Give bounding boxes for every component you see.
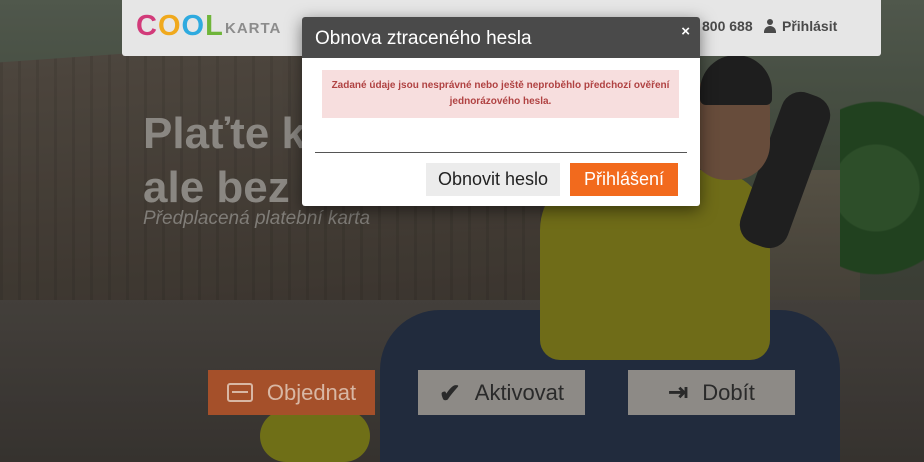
order-button[interactable]: Objednat [208,370,375,415]
login-link[interactable]: Přihlásit [763,18,837,34]
logo-karta-text: KARTA [225,20,282,37]
password-recovery-modal: Obnova ztraceného hesla × Zadané údaje j… [302,17,700,206]
logo[interactable]: COOL [136,10,224,43]
reset-password-button[interactable]: Obnovit heslo [426,163,560,196]
credit-card-icon [226,383,253,402]
close-icon[interactable]: × [681,23,690,40]
modal-title: Obnova ztraceného hesla [315,28,532,49]
topup-button-label: Dobít [702,379,755,405]
sign-in-icon: ⇥ [668,378,689,406]
checkmark-icon: ✔ [438,377,461,408]
error-alert: Zadané údaje jsou nesprávné nebo ještě n… [322,70,679,118]
login-button[interactable]: Přihlášení [570,163,678,196]
order-button-label: Objednat [266,379,357,405]
modal-divider [315,152,687,153]
activate-button[interactable]: ✔ Aktivovat [418,370,585,415]
modal-header: Obnova ztraceného hesla × [302,17,700,58]
phone-number: 800 688 [702,18,753,34]
login-link-label: Přihlásit [782,18,838,34]
hero-headline-line1: Plaťte k [143,109,306,158]
topup-button[interactable]: ⇥ Dobít [628,370,795,415]
activate-button-label: Aktivovat [474,379,565,405]
hero-subtitle: Předplacená platební karta [143,208,371,229]
hero-headline-line2: ale bez [143,163,290,212]
user-icon [763,19,777,33]
